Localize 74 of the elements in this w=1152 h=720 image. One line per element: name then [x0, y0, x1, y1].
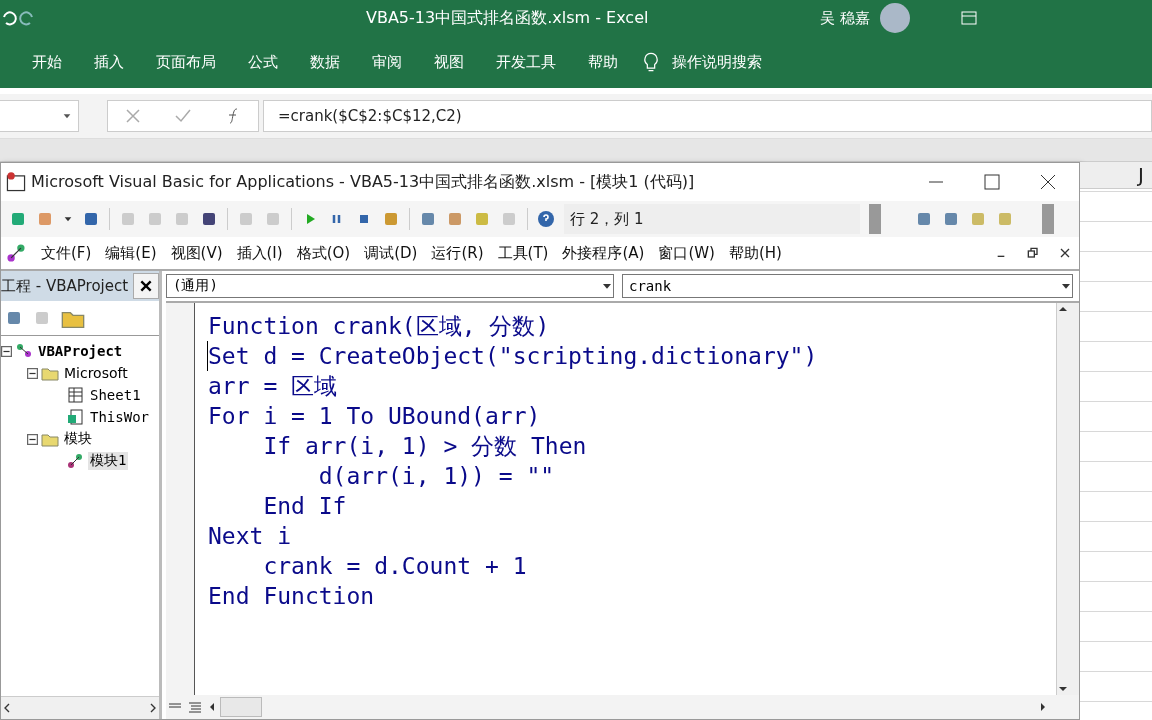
menu-item[interactable]: 窗口(W)	[658, 243, 715, 263]
cursor-position: 行 2，列 1	[570, 209, 644, 229]
workbook-icon	[67, 408, 85, 426]
collapse-icon[interactable]	[1, 345, 12, 357]
column-header: J	[1138, 163, 1144, 187]
window-title: Microsoft Visual Basic for Applications - VBA5-13中国式排名函数.xlsm - [模块1 (代码)]	[31, 171, 695, 193]
avatar[interactable]	[880, 3, 911, 33]
sheet-icon	[67, 386, 85, 404]
menu-item[interactable]: 外接程序(A)	[562, 243, 645, 263]
object-dropdown[interactable]: (通用)	[166, 274, 614, 298]
tree-item[interactable]: VBAProject	[36, 343, 125, 359]
help-icon[interactable]	[537, 210, 555, 228]
code-line: End If	[262, 492, 347, 521]
ribbon-display-icon[interactable]	[960, 9, 979, 27]
ribbon-tab[interactable]: 页面布局	[146, 52, 230, 72]
code-line: Function crank(区域, 分数)	[207, 312, 550, 341]
close-icon[interactable]	[1059, 247, 1071, 259]
ribbon-tab[interactable]: 开始	[22, 52, 76, 72]
code-line: d(arr(i, 1)) = ""	[317, 462, 555, 491]
menu-item[interactable]: 视图(V)	[170, 243, 223, 263]
tree-item[interactable]: 模块	[62, 430, 94, 448]
ribbon-tab[interactable]: 帮助	[578, 52, 632, 72]
maximize-icon[interactable]	[983, 173, 1001, 191]
menu-item[interactable]: 编辑(E)	[105, 243, 157, 263]
collapse-icon[interactable]	[27, 433, 38, 445]
menu-item[interactable]: 调试(D)	[364, 243, 418, 263]
tree-item[interactable]: Microsoft	[62, 365, 130, 381]
vertical-scrollbar[interactable]	[1056, 303, 1079, 695]
dropdown-icon	[63, 214, 73, 224]
ribbon-tab[interactable]: 开发工具	[486, 52, 570, 72]
code-line: arr = 区域	[207, 372, 338, 401]
horizontal-scrollbar[interactable]	[1, 696, 159, 719]
dropdown-icon	[62, 111, 72, 121]
code-line: If arr(i, 1) > 分数 Then	[262, 432, 587, 461]
scroll-thumb[interactable]	[220, 697, 262, 717]
ribbon-tab[interactable]: 插入	[84, 52, 138, 72]
project-icon	[15, 342, 33, 360]
code-line: For i = 1 To UBound(arr)	[207, 402, 541, 431]
menu-item[interactable]: 帮助(H)	[728, 243, 782, 263]
code-line: crank = d.Count + 1	[262, 552, 527, 581]
menu-item[interactable]: 格式(O)	[296, 243, 351, 263]
vba-app-icon	[5, 171, 27, 193]
ribbon-tab[interactable]: 公式	[238, 52, 292, 72]
toolbar-grip[interactable]	[1042, 204, 1054, 234]
close-icon	[139, 279, 153, 293]
cancel-icon[interactable]	[124, 107, 142, 125]
menu-item[interactable]: 插入(I)	[236, 243, 283, 263]
search-field[interactable]: 操作说明搜索	[662, 52, 776, 72]
name-box[interactable]	[0, 100, 79, 132]
toolbar-grip[interactable]	[869, 204, 881, 234]
ribbon-tab[interactable]: 审阅	[362, 52, 416, 72]
collapse-icon[interactable]	[27, 367, 38, 379]
code-line: Set d = CreateObject("scripting.dictionary")	[207, 341, 818, 371]
formula-field[interactable]: =crank($C$2:$C$12,C2)	[263, 100, 1152, 132]
procedure-dropdown[interactable]: crank	[622, 274, 1073, 298]
ribbon-tab[interactable]: 数据	[300, 52, 354, 72]
module-icon	[67, 452, 85, 470]
window-title: VBA5-13中国式排名函数.xlsm - Excel	[366, 7, 649, 29]
check-icon[interactable]	[174, 107, 192, 125]
ribbon-tab[interactable]: 视图	[424, 52, 478, 72]
menu-item[interactable]: 运行(R)	[431, 243, 484, 263]
close-icon[interactable]	[1039, 173, 1057, 191]
restore-icon[interactable]	[1027, 247, 1039, 259]
close-button[interactable]	[133, 273, 159, 299]
vba-menu-icon	[5, 242, 27, 264]
code-line: Next i	[207, 522, 292, 551]
panel-title: 工程 - VBAProject	[1, 276, 129, 296]
menu-item[interactable]: 文件(F)	[41, 243, 92, 263]
user-name: 吴 稳嘉	[820, 8, 871, 28]
tree-item[interactable]: 模块1	[88, 452, 129, 470]
menu-item[interactable]: 工具(T)	[497, 243, 549, 263]
tree-item[interactable]: Sheet1	[88, 387, 143, 403]
code-line: End Function	[207, 582, 375, 611]
tree-item[interactable]: ThisWor	[88, 409, 151, 425]
